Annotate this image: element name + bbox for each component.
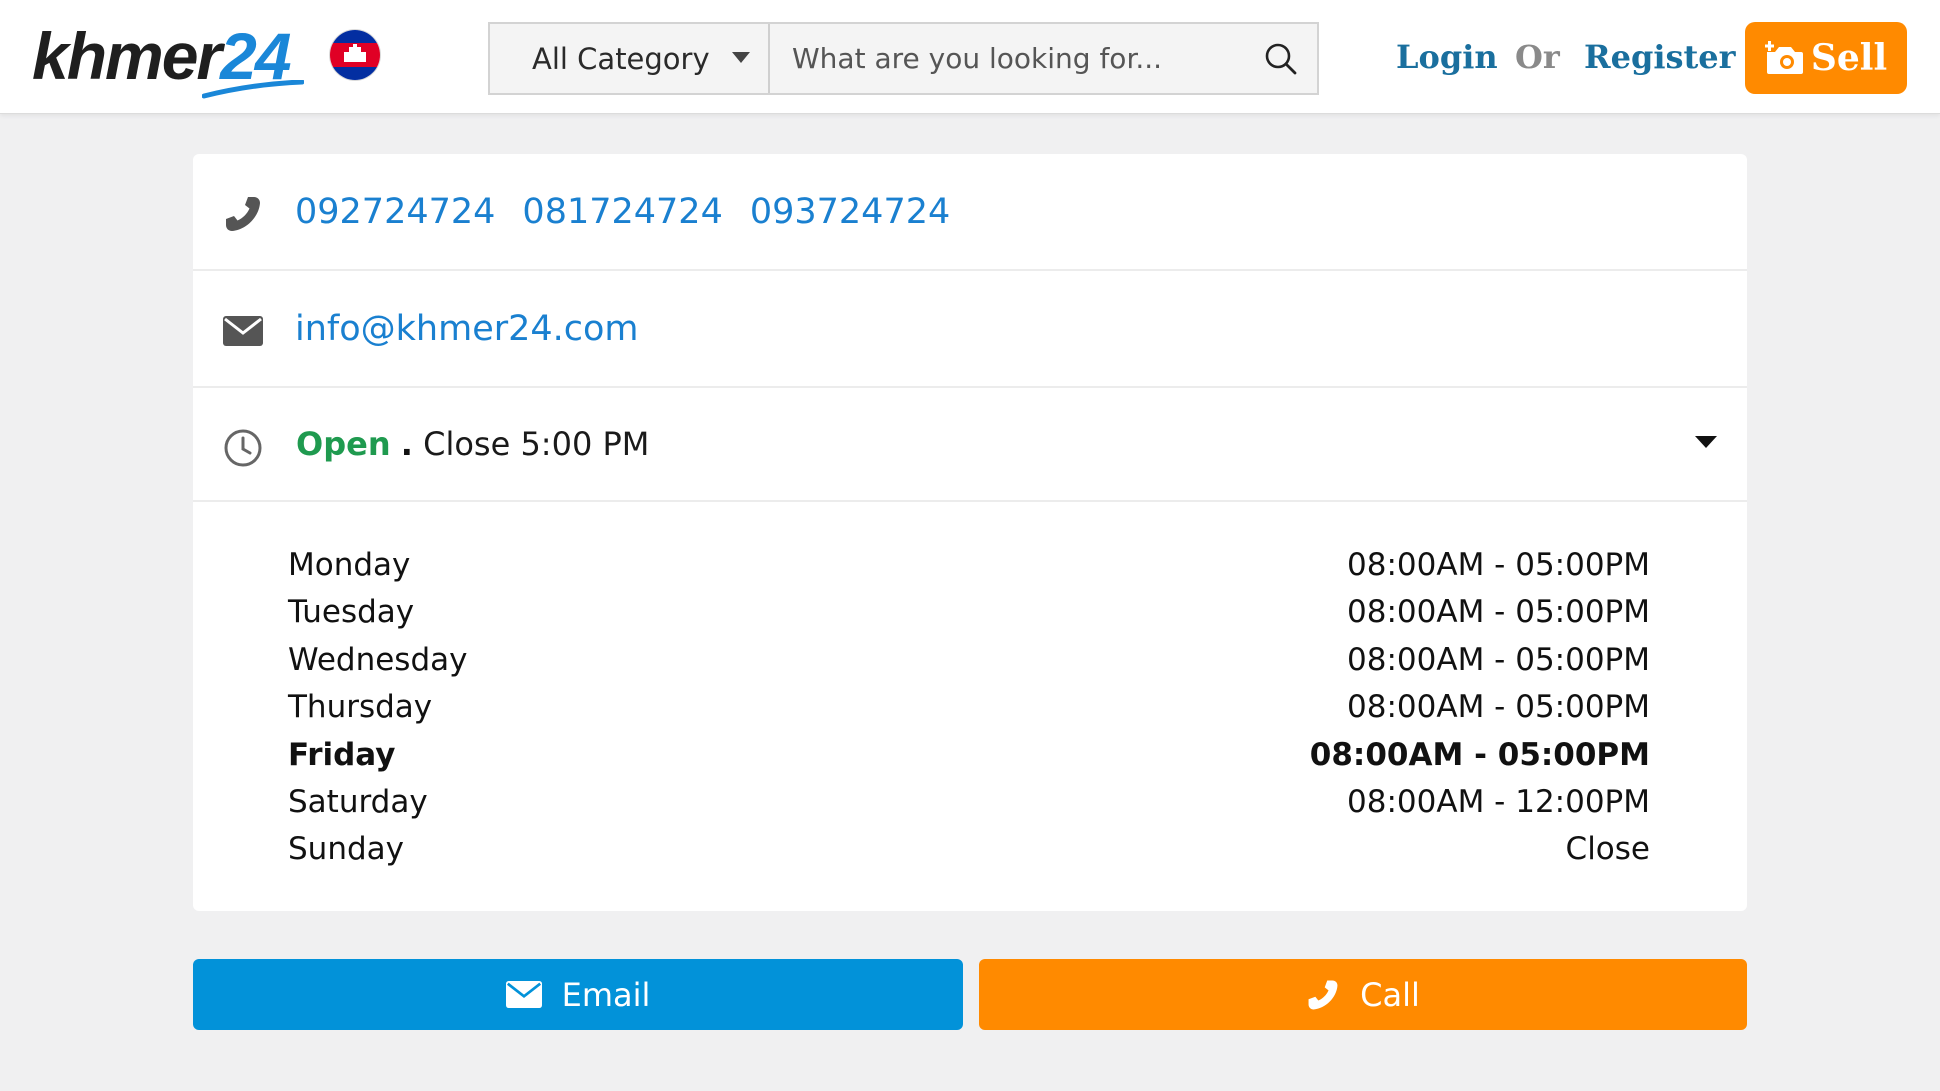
top-header: khmer24 All Category Login Or Re: [0, 0, 1940, 114]
email-button[interactable]: Email: [193, 959, 963, 1030]
phone-icon: [226, 197, 260, 231]
khmer24-logo[interactable]: khmer24: [32, 18, 304, 99]
day-hours: 08:00AM - 12:00PM: [1347, 783, 1650, 820]
status-close-time: Close 5:00 PM: [423, 425, 650, 463]
schedule-row: Wednesday 08:00AM - 05:00PM: [288, 637, 1650, 684]
email-link[interactable]: info@khmer24.com: [295, 309, 639, 349]
day-name: Sunday: [288, 831, 404, 868]
contact-card: 092724724 081724724 093724724 info@khmer…: [193, 154, 1747, 911]
call-button-label: Call: [1360, 975, 1420, 1014]
sell-button-label: Sell: [1810, 37, 1888, 79]
status-separator: .: [400, 425, 413, 463]
category-select-label: All Category: [532, 41, 710, 76]
schedule-row: Monday 08:00AM - 05:00PM: [288, 542, 1650, 589]
schedule-row: Tuesday 08:00AM - 05:00PM: [288, 589, 1650, 636]
search-input[interactable]: [770, 24, 1245, 93]
phone-link[interactable]: 092724724: [295, 192, 495, 232]
login-link[interactable]: Login: [1396, 34, 1498, 80]
day-name: Thursday: [288, 689, 433, 726]
search-icon: [1265, 43, 1297, 74]
clock-icon: [224, 429, 262, 467]
day-hours: 08:00AM - 05:00PM: [1347, 641, 1650, 678]
expand-caret-icon[interactable]: [1695, 436, 1717, 448]
phone-icon: [1308, 980, 1338, 1009]
schedule-row: Sunday Close: [288, 826, 1650, 873]
status-open: Open: [296, 425, 391, 463]
day-name: Saturday: [288, 783, 428, 820]
caret-down-icon: [732, 52, 750, 63]
register-link[interactable]: Register: [1584, 34, 1736, 80]
schedule-row-today: Friday 08:00AM - 05:00PM: [288, 732, 1650, 779]
logo-swoosh: [202, 80, 304, 99]
day-hours: Close: [1565, 831, 1650, 868]
schedule-row: Saturday 08:00AM - 12:00PM: [288, 779, 1650, 826]
hours-schedule: Monday 08:00AM - 05:00PM Tuesday 08:00AM…: [288, 542, 1650, 874]
day-name: Wednesday: [288, 641, 468, 678]
day-hours: 08:00AM - 05:00PM: [1309, 736, 1650, 773]
email-button-label: Email: [561, 975, 651, 1014]
camera-plus-icon: [1764, 41, 1803, 74]
schedule-row: Thursday 08:00AM - 05:00PM: [288, 684, 1650, 731]
or-separator: Or: [1515, 38, 1560, 76]
call-button[interactable]: Call: [979, 959, 1747, 1030]
day-hours: 08:00AM - 05:00PM: [1347, 594, 1650, 631]
sell-button[interactable]: Sell: [1745, 22, 1907, 94]
phone-list: 092724724 081724724 093724724: [295, 192, 950, 232]
logo-text-main: khmer: [32, 19, 222, 93]
search-bar: All Category: [488, 22, 1319, 95]
category-select[interactable]: All Category: [490, 24, 770, 93]
phone-link[interactable]: 081724724: [522, 192, 722, 232]
day-hours: 08:00AM - 05:00PM: [1347, 547, 1650, 583]
day-name: Friday: [288, 736, 396, 773]
opening-status: Open . Close 5:00 PM: [296, 424, 649, 464]
envelope-icon: [223, 316, 263, 346]
envelope-icon: [505, 981, 542, 1008]
search-button[interactable]: [1245, 24, 1317, 93]
phone-link[interactable]: 093724724: [750, 192, 950, 232]
cambodia-flag-icon[interactable]: [330, 30, 380, 80]
day-hours: 08:00AM - 05:00PM: [1347, 689, 1650, 726]
day-name: Monday: [288, 547, 411, 583]
day-name: Tuesday: [288, 594, 415, 631]
